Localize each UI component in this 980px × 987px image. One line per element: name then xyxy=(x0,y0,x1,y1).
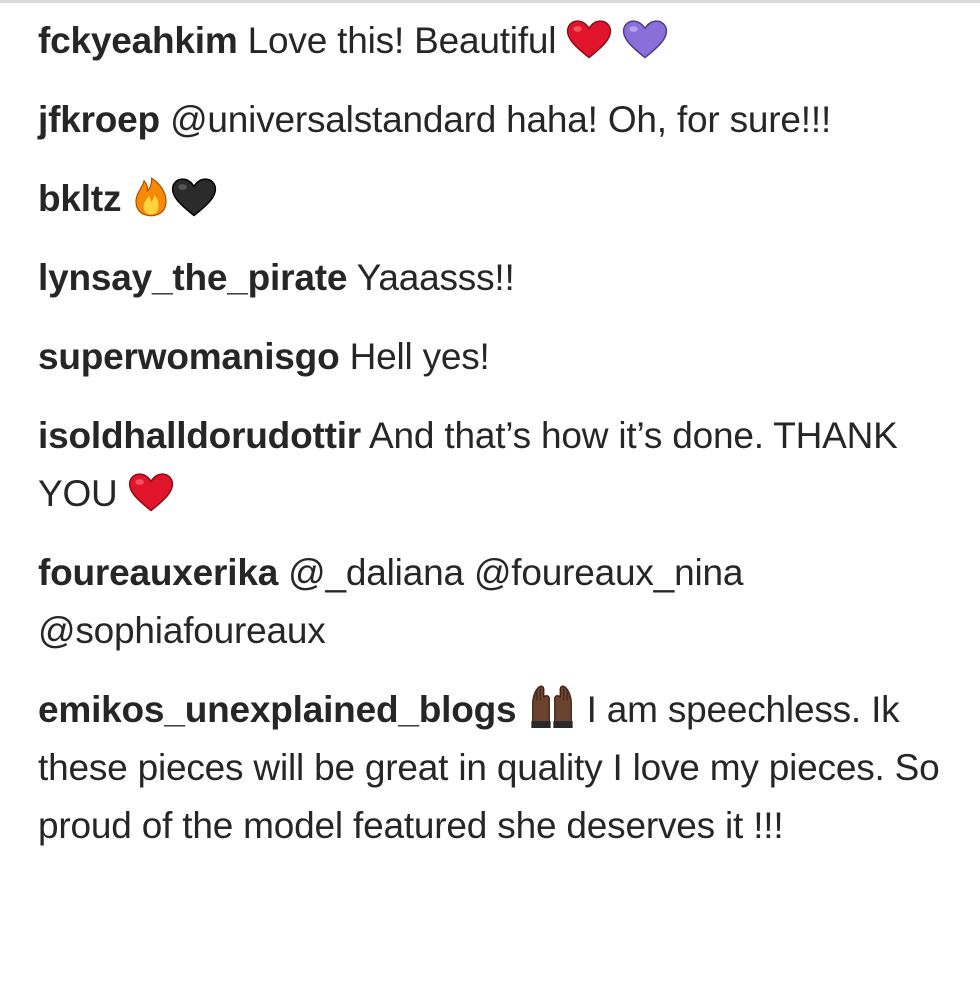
comment-text: Hell yes! xyxy=(339,336,490,377)
comment-list: fckyeahkim Love this! Beautiful jfkroep … xyxy=(38,12,943,876)
comment-text: Yaaasss!! xyxy=(347,257,515,298)
comment-item: fckyeahkim Love this! Beautiful xyxy=(38,12,943,70)
comment-item: jfkroep @universalstandard haha! Oh, for… xyxy=(38,91,943,149)
comment-mention[interactable]: @_daliana xyxy=(288,552,464,593)
comment-item: isoldhalldorudottir And that’s how it’s … xyxy=(38,407,943,523)
comment-mention[interactable]: @foureaux_nina xyxy=(474,552,743,593)
comment-text: haha! Oh, for sure!!! xyxy=(496,99,832,140)
comment-username[interactable]: foureauxerika xyxy=(38,552,278,593)
red-heart-icon xyxy=(128,472,174,512)
purple-heart-icon xyxy=(622,19,668,59)
comment-mention[interactable]: @sophiafoureaux xyxy=(38,610,326,651)
fire-icon xyxy=(131,177,171,217)
comment-username[interactable]: lynsay_the_pirate xyxy=(38,257,347,298)
comment-username[interactable]: fckyeahkim xyxy=(38,20,238,61)
comment-item: bkltz xyxy=(38,170,943,228)
black-heart-icon xyxy=(171,177,217,217)
comment-username[interactable]: bkltz xyxy=(38,178,121,219)
raising-hands-icon xyxy=(527,684,577,728)
comment-text: Love this! Beautiful xyxy=(237,20,567,61)
top-divider xyxy=(0,0,980,3)
red-heart-icon xyxy=(566,19,612,59)
comment-item: foureauxerika @_daliana @foureaux_nina @… xyxy=(38,544,943,660)
comment-mention[interactable]: @universalstandard xyxy=(170,99,496,140)
comment-username[interactable]: emikos_unexplained_blogs xyxy=(38,689,517,730)
comment-username[interactable]: isoldhalldorudottir xyxy=(38,415,361,456)
comment-item: emikos_unexplained_blogs I am speechless… xyxy=(38,681,943,855)
comment-username[interactable]: superwomanisgo xyxy=(38,336,340,377)
comment-item: lynsay_the_pirate Yaaasss!! xyxy=(38,249,943,307)
comment-username[interactable]: jfkroep xyxy=(38,99,160,140)
comment-item: superwomanisgo Hell yes! xyxy=(38,328,943,386)
